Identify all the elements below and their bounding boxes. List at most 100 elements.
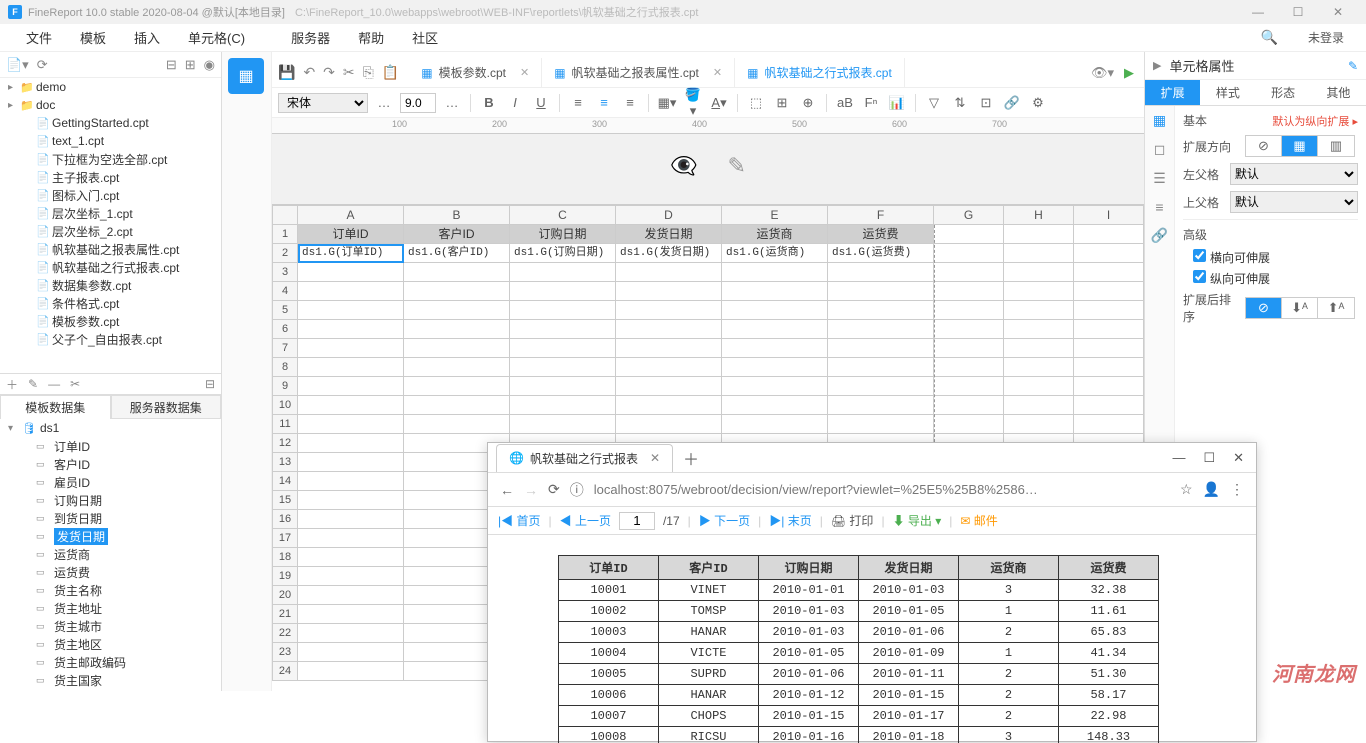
cell[interactable]	[616, 396, 722, 415]
file-tree-item[interactable]: 📄帆软基础之报表属性.cpt	[0, 240, 221, 258]
cell[interactable]	[298, 301, 404, 320]
cell[interactable]	[1074, 339, 1144, 358]
cell[interactable]	[1074, 358, 1144, 377]
cell[interactable]	[1004, 263, 1074, 282]
file-tree-item[interactable]: 📄下拉框为空选全部.cpt	[0, 150, 221, 168]
prev-page-button[interactable]: ◀ 上一页	[560, 512, 611, 529]
star-icon[interactable]: ☆	[1180, 481, 1193, 498]
menu-community[interactable]: 社区	[398, 28, 452, 47]
h-stretch-checkbox[interactable]: 横向可伸展	[1193, 249, 1358, 266]
cell[interactable]	[722, 415, 828, 434]
cell[interactable]	[616, 377, 722, 396]
file-tree-item[interactable]: 📄GettingStarted.cpt	[0, 114, 221, 132]
save-icon[interactable]: 💾	[278, 64, 295, 81]
row-header[interactable]: 1	[272, 225, 298, 244]
expand-dir-segment[interactable]: ⊘ ▦ ▥	[1245, 135, 1355, 157]
close-tab-icon[interactable]: ✕	[713, 66, 722, 79]
row-header[interactable]: 20	[272, 586, 298, 605]
cell[interactable]	[934, 320, 1004, 339]
settings-icon[interactable]: ⚙	[1028, 95, 1048, 111]
file-tree-item[interactable]: 📄text_1.cpt	[0, 132, 221, 150]
close-tab-icon[interactable]: ✕	[650, 451, 660, 465]
cell[interactable]	[298, 263, 404, 282]
cell[interactable]	[510, 377, 616, 396]
cell[interactable]	[934, 244, 1004, 263]
column-header[interactable]: A	[298, 205, 404, 225]
cell[interactable]	[404, 301, 510, 320]
profile-icon[interactable]: 👤	[1203, 481, 1220, 498]
cell[interactable]	[404, 263, 510, 282]
cell[interactable]	[934, 415, 1004, 434]
filter-icon[interactable]: ▽	[924, 95, 944, 111]
dataset-field[interactable]: ▭运货商	[0, 545, 221, 563]
search-icon[interactable]: 🔍	[1261, 29, 1278, 46]
cell[interactable]	[510, 263, 616, 282]
cell[interactable]	[1074, 396, 1144, 415]
tab-server-dataset[interactable]: 服务器数据集	[111, 395, 222, 419]
cell[interactable]	[404, 415, 510, 434]
minimize-button[interactable]: —	[1172, 450, 1185, 466]
mail-button[interactable]: ✉ 邮件	[960, 512, 997, 529]
cell[interactable]	[404, 282, 510, 301]
merge-icon[interactable]: ⬚	[746, 95, 766, 111]
browser-tab[interactable]: 🌐 帆软基础之行式报表 ✕	[496, 444, 673, 472]
row-header[interactable]: 18	[272, 548, 298, 567]
maximize-button[interactable]: ☐	[1278, 1, 1318, 23]
dataset-more-icon[interactable]: ⊟	[205, 377, 215, 391]
cell[interactable]	[828, 415, 934, 434]
cell[interactable]	[1074, 282, 1144, 301]
sort-asc-icon[interactable]: ⬇ᴬ	[1282, 298, 1318, 318]
row-header[interactable]: 10	[272, 396, 298, 415]
font-size-more[interactable]: …	[442, 95, 462, 110]
prop-border-icon[interactable]: ◻	[1154, 141, 1166, 158]
cell[interactable]	[1004, 225, 1074, 244]
delete-dataset-icon[interactable]: —	[48, 377, 60, 391]
print-button[interactable]: 🖨 打印	[831, 512, 874, 529]
file-tree-item[interactable]: 📄层次坐标_1.cpt	[0, 204, 221, 222]
prop-tab-style[interactable]: 样式	[1200, 80, 1255, 105]
dataset-field[interactable]: ▭订购日期	[0, 491, 221, 509]
cell[interactable]	[934, 263, 1004, 282]
cell[interactable]	[722, 377, 828, 396]
cell[interactable]: ds1.G(运货商)	[722, 244, 828, 263]
row-header[interactable]: 8	[272, 358, 298, 377]
cut-icon[interactable]: ✂	[343, 64, 355, 81]
sort-segment[interactable]: ⊘ ⬇ᴬ ⬆ᴬ	[1245, 297, 1355, 319]
cell[interactable]	[722, 282, 828, 301]
column-header[interactable]: F	[828, 205, 934, 225]
row-header[interactable]: 19	[272, 567, 298, 586]
cell[interactable]: 运货商	[722, 225, 828, 244]
cell[interactable]	[404, 358, 510, 377]
cell[interactable]	[298, 510, 404, 529]
cell[interactable]	[298, 662, 404, 681]
dataset-field[interactable]: ▭客户ID	[0, 455, 221, 473]
copy-icon[interactable]: ⎘	[363, 64, 374, 81]
cell[interactable]: ds1.G(运货费)	[828, 244, 934, 263]
visibility-off-icon[interactable]: 👁‍🗨	[670, 153, 697, 179]
row-header[interactable]: 12	[272, 434, 298, 453]
cell[interactable]	[510, 339, 616, 358]
row-header[interactable]: 16	[272, 510, 298, 529]
add-dataset-icon[interactable]: ＋	[6, 376, 18, 393]
file-tree-item[interactable]: ▸📁doc	[0, 96, 221, 114]
file-tree-item[interactable]: 📄主子报表.cpt	[0, 168, 221, 186]
run-icon[interactable]: ▶	[1124, 65, 1134, 81]
column-header[interactable]: G	[934, 205, 1004, 225]
sort-icon[interactable]: ⇅	[950, 95, 970, 111]
row-header[interactable]: 17	[272, 529, 298, 548]
cell[interactable]	[934, 301, 1004, 320]
collapse-panel-icon[interactable]: ▶	[1153, 59, 1161, 72]
menu-file[interactable]: 文件	[12, 28, 66, 47]
prop-tab-expand[interactable]: 扩展	[1145, 80, 1200, 105]
prop-link-icon[interactable]: 🔗	[1151, 227, 1168, 244]
cell[interactable]: 客户ID	[404, 225, 510, 244]
font-color-icon[interactable]: A▾	[709, 95, 729, 111]
nav-back-icon[interactable]: ←	[500, 482, 514, 498]
column-header[interactable]: D	[616, 205, 722, 225]
v-stretch-checkbox[interactable]: 纵向可伸展	[1193, 270, 1358, 287]
menu-template[interactable]: 模板	[66, 28, 120, 47]
tab-template-dataset[interactable]: 模板数据集	[0, 395, 111, 419]
row-header[interactable]: 22	[272, 624, 298, 643]
minimize-button[interactable]: —	[1238, 1, 1278, 23]
cell[interactable]	[404, 377, 510, 396]
